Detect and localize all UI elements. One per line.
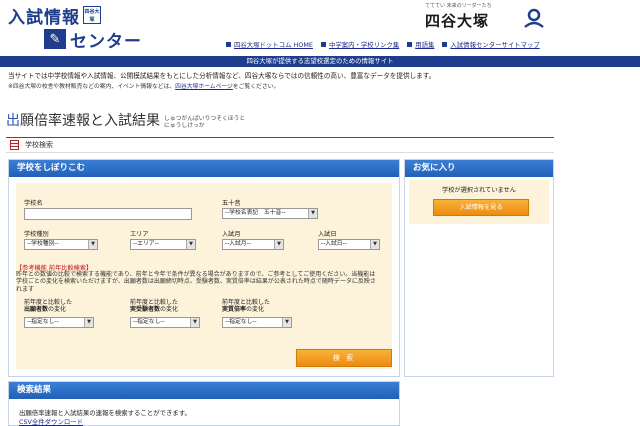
results-panel: 検索結果 出願倍率速報と入試結果の速報を検索することができます。 CSV全件ダウ… [8,381,400,426]
exam-day-select[interactable]: --入試日-- ▼ [318,239,380,250]
nav-link-glossary[interactable]: 用語集 [407,38,434,50]
site-header: 入試情報 四谷大塚 ✎ センター てててい 未来のリーダーたち 四谷大塚 四谷大… [0,0,640,54]
list-icon [10,140,19,150]
site-logo[interactable]: 入試情報 四谷大塚 ✎ センター [8,4,154,52]
top-nav: 四谷大塚ドットコム HOME 中学案内・学校リンク集 用語集 入試情報センターサ… [226,38,540,50]
intro-line: 当サイトでは中学校情報や入試情報、公開模試結果をもとにした分析情報など、四谷大塚… [8,72,436,80]
school-name-label: 学校名 [24,200,43,207]
examinees-change-label: 前年度と比較した 実受験者数の変化 [130,299,179,313]
applicants-change-label: 前年度と比較した 出願者数の変化 [24,299,73,313]
school-search-label: 学校検索 [25,141,53,149]
results-title: 検索結果 [9,382,399,399]
chevron-down-icon: ▼ [190,318,199,327]
chevron-down-icon: ▼ [282,318,291,327]
logo-title: 入試情報 [8,7,80,28]
favorites-panel: お気に入り 学校が選択されていません 入試情報を見る [404,159,554,377]
nav-link-school-guide[interactable]: 中学案内・学校リンク集 [320,38,399,50]
comparison-note-body: 昨年との数値の比較で検索する機能であり、前年と今年で条件が異なる場合がありますの… [16,271,376,293]
square-bullet-icon [442,41,448,47]
favorites-title: お気に入り [405,160,553,177]
exam-month-select[interactable]: --入試月-- ▼ [222,239,284,250]
ratio-change-select[interactable]: --指定なし-- ▼ [222,317,292,328]
brand-logo[interactable]: てててい 未来のリーダーたち 四谷大塚 [405,2,555,32]
exam-day-label: 入試日 [318,231,337,238]
area-select[interactable]: --エリア-- ▼ [130,239,196,250]
gojuon-label: 五十音 [222,200,241,207]
chevron-down-icon: ▼ [274,240,283,249]
exam-month-label: 入試月 [222,231,241,238]
page-title: 出願倍率速報と入試結果 しゅつがんばいりつそくほうと にゅうしけっか [6,110,254,130]
csv-download-link[interactable]: CSV全件ダウンロード [19,417,83,426]
chevron-down-icon: ▼ [84,318,93,327]
view-exam-info-button[interactable]: 入試情報を見る [433,199,529,216]
search-button[interactable]: 検 索 [296,349,392,367]
gojuon-select[interactable]: --学校名表記 五十音-- ▼ [222,208,318,219]
school-search-header: 学校検索 [6,137,554,153]
chevron-down-icon: ▼ [88,240,97,249]
nav-link-sitemap[interactable]: 入試情報センターサイトマップ [442,38,540,50]
intro-note: ※四谷大塚の校舎や教材販売などの案内、イベント情報などは、四谷大塚ホームページを… [8,84,280,90]
nav-link-home[interactable]: 四谷大塚ドットコム HOME [226,38,313,50]
favorites-body: 学校が選択されていません 入試情報を見る [409,180,549,224]
square-bullet-icon [226,41,231,47]
chevron-down-icon: ▼ [186,240,195,249]
ratio-change-label: 前年度と比較した 実質倍率の変化 [222,299,271,313]
school-name-input[interactable] [24,208,192,220]
area-label: エリア [130,231,149,238]
applicants-change-select[interactable]: --指定なし-- ▼ [24,317,94,328]
chevron-down-icon: ▼ [308,209,317,218]
results-description: 出願倍率速報と入試結果の速報を検索することができます。 [19,409,191,417]
yotsuya-home-link[interactable]: 四谷大塚ホームページ [175,84,233,90]
pen-icon: ✎ [44,29,66,49]
square-bullet-icon [320,41,326,47]
filter-panel-title: 学校をしぼりこむ [9,160,399,177]
logo-badge: 四谷大塚 [83,6,101,24]
favorites-empty-text: 学校が選択されていません [442,187,516,194]
square-bullet-icon [407,41,413,47]
chevron-down-icon: ▼ [370,240,379,249]
school-type-label: 学校種別 [24,231,49,238]
brand-mark-icon [524,8,544,28]
intro-text: 当サイトでは中学校情報や入試情報、公開模試結果をもとにした分析情報など、四谷大塚… [8,71,628,93]
brand-name: 四谷大塚 [425,12,490,30]
brand-tagline: てててい 未来のリーダーたち [425,3,492,9]
page-title-ruby: しゅつがんばいりつそくほうと にゅうしけっか [164,116,246,129]
site-banner: 四谷大塚が提供する志望校選定のための情報サイト [0,56,640,67]
school-type-select[interactable]: --学校種別-- ▼ [24,239,98,250]
logo-subtitle: センター [70,31,142,52]
examinees-change-select[interactable]: --指定なし-- ▼ [130,317,200,328]
